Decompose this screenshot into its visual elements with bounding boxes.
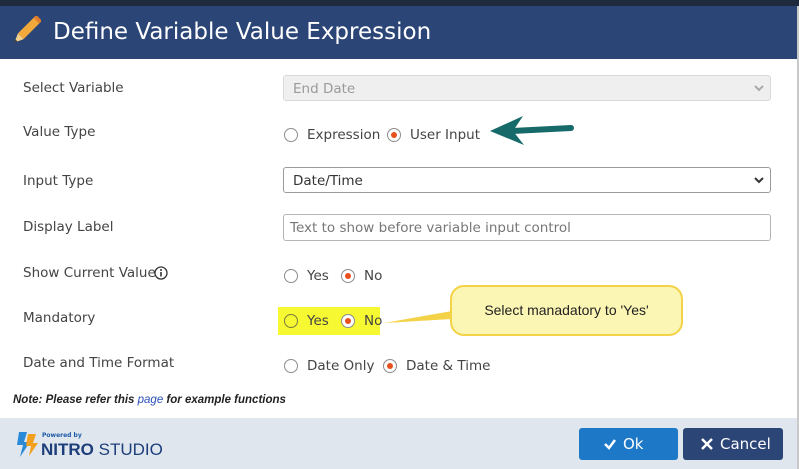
show-current-value-no-label: No [364,268,383,284]
mandatory-yes-radio[interactable] [284,314,298,328]
show-current-value-yes-label: Yes [307,268,329,284]
cancel-button[interactable]: Cancel [683,428,783,460]
note-suffix: for example functions [163,394,286,406]
info-icon[interactable] [154,266,168,280]
chevron-down-icon [754,85,764,92]
value-type-expression-label: Expression [307,127,381,143]
date-only-label: Date Only [307,358,375,374]
show-current-value-label: Show Current Value [23,265,156,281]
check-icon [604,439,616,450]
input-type-dropdown[interactable]: Date/Time [283,167,771,193]
value-type-user-input-radio[interactable] [387,128,401,142]
nitro-studio-logo: Powered by NITRO STUDIO [16,428,166,462]
date-time-format-label: Date and Time Format [23,355,175,371]
mandatory-label: Mandatory [23,310,96,326]
cancel-button-label: Cancel [720,435,771,453]
select-variable-value: End Date [293,81,356,97]
dialog-title: Define Variable Value Expression [53,19,432,45]
show-current-value-no-radio[interactable] [341,269,355,283]
close-icon [701,438,713,450]
pencil-icon [14,16,41,43]
date-and-time-label: Date & Time [406,358,491,374]
select-variable-label: Select Variable [23,80,124,96]
display-label-input[interactable]: Text to show before variable input contr… [283,214,771,241]
ok-button[interactable]: Ok [579,428,678,460]
logo-powered-by: Powered by [42,432,82,439]
logo-nitro-text: NITRO STUDIO [41,440,163,460]
note-text: Note: Please refer this page for example… [13,394,286,406]
date-only-radio[interactable] [284,359,298,373]
note-prefix: Note: Please refer this [13,394,138,406]
arrow-annotation [490,116,574,145]
logo-mark-icon [17,432,38,457]
value-type-label: Value Type [23,124,96,140]
input-type-label: Input Type [23,173,94,189]
dialog: Define Variable Value Expression Select … [0,0,799,469]
value-type-user-input-label: User Input [410,127,481,143]
value-type-expression-radio[interactable] [284,128,298,142]
chevron-down-icon [754,177,764,184]
logo-studio: STUDIO [98,440,163,459]
display-label-placeholder: Text to show before variable input contr… [290,220,571,236]
show-current-value-yes-radio[interactable] [284,269,298,283]
dialog-header: Define Variable Value Expression [0,6,797,59]
mandatory-yes-label: Yes [307,313,329,329]
note-page-link[interactable]: page [138,394,164,406]
logo-nitro: NITRO [41,440,94,459]
callout-text: Select manadatory to 'Yes' [484,302,649,318]
date-and-time-radio[interactable] [383,359,397,373]
mandatory-no-radio[interactable] [341,314,355,328]
mandatory-no-label: No [364,313,383,329]
select-variable-dropdown[interactable]: End Date [283,75,771,101]
callout-bubble: Select manadatory to 'Yes' [450,285,683,336]
ok-button-label: Ok [623,435,644,453]
input-type-value: Date/Time [293,173,363,189]
callout-pointer [384,311,452,323]
display-label-label: Display Label [23,219,114,235]
